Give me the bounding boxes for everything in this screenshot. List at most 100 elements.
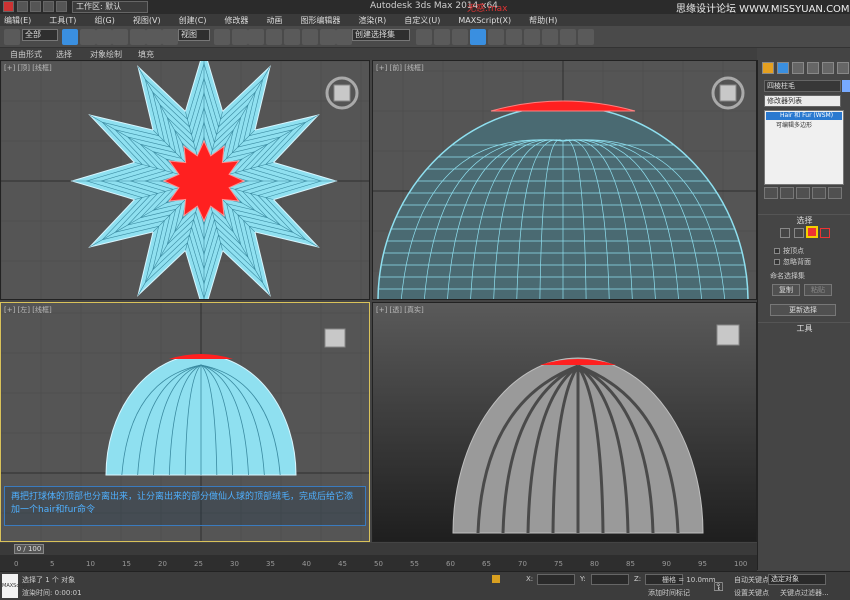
show-end-result-icon[interactable]: [780, 187, 794, 199]
new-file-icon[interactable]: [17, 1, 28, 12]
copy-button[interactable]: 复制: [772, 284, 800, 296]
paste-button[interactable]: 粘贴: [804, 284, 832, 296]
by-vertex-checkbox[interactable]: 按顶点: [774, 246, 804, 256]
rect-select-button[interactable]: [96, 29, 112, 45]
percent-snap-button[interactable]: [302, 29, 318, 45]
menu-item-animation[interactable]: 动画: [266, 15, 282, 26]
open-file-icon[interactable]: [30, 1, 41, 12]
stack-item-hair-fur[interactable]: Hair 和 Fur (WSM): [766, 112, 842, 120]
menu-item-group[interactable]: 组(G): [94, 15, 114, 26]
menu-item-views[interactable]: 视图(V): [133, 15, 161, 26]
rotate-button[interactable]: [146, 29, 162, 45]
scale-button[interactable]: [162, 29, 178, 45]
title-bar: 工作区: 默认 Autodesk 3ds Max 2014 x64 无惑.max…: [0, 0, 850, 15]
viewport-front-label[interactable]: [+] [前] [线框]: [376, 63, 424, 73]
edit-named-sets-button[interactable]: [336, 29, 352, 45]
app-menu-icon[interactable]: [3, 1, 14, 12]
ribbon-tab-freeform[interactable]: 自由形式: [10, 49, 42, 60]
schematic-view-button[interactable]: [506, 29, 522, 45]
angle-snap-button[interactable]: [284, 29, 300, 45]
time-slider-thumb[interactable]: 0 / 100: [14, 544, 44, 554]
workspace-dropdown[interactable]: 工作区: 默认: [72, 1, 148, 13]
element-select-icon[interactable]: [820, 228, 830, 238]
display-tab-icon[interactable]: [822, 62, 834, 74]
viewport-perspective[interactable]: [+] [透] [真实]: [372, 302, 757, 542]
menu-item-tools[interactable]: 工具(T): [49, 15, 76, 26]
curve-editor-button[interactable]: [488, 29, 504, 45]
render-production-button[interactable]: [578, 29, 594, 45]
material-editor-button[interactable]: [524, 29, 540, 45]
update-selection-button[interactable]: 更新选择: [770, 304, 836, 316]
x-coord-field[interactable]: [537, 574, 575, 585]
align-button[interactable]: [434, 29, 450, 45]
configure-modifier-sets-icon[interactable]: [828, 187, 842, 199]
guide-select-icon[interactable]: [780, 228, 790, 238]
ribbon-tab-object-paint[interactable]: 对象绘制: [90, 49, 122, 60]
ribbon-tab-selection[interactable]: 选择: [56, 49, 72, 60]
y-coord-field[interactable]: [591, 574, 629, 585]
redo-icon[interactable]: [56, 1, 67, 12]
selection-filter-dropdown[interactable]: 全部: [22, 29, 58, 41]
ignore-backfacing-checkbox[interactable]: 忽略背面: [774, 257, 811, 267]
remove-modifier-icon[interactable]: [812, 187, 826, 199]
mirror-button[interactable]: [416, 29, 432, 45]
viewport-perspective-label[interactable]: [+] [透] [真实]: [376, 305, 424, 315]
ribbon-tab-populate[interactable]: 填充: [138, 49, 154, 60]
time-slider[interactable]: 0 / 100: [0, 543, 757, 555]
render-frame-button[interactable]: [560, 29, 576, 45]
layer-manager-button[interactable]: [452, 29, 468, 45]
spinner-snap-button[interactable]: [320, 29, 336, 45]
reference-coord-dropdown[interactable]: 视图: [178, 29, 210, 41]
move-button[interactable]: [130, 29, 146, 45]
modifier-list-dropdown[interactable]: 修改器列表: [764, 95, 841, 107]
menu-item-graph-editors[interactable]: 图形编辑器: [300, 15, 340, 26]
pin-stack-icon[interactable]: [764, 187, 778, 199]
undo-button[interactable]: [4, 29, 20, 45]
auto-key-button[interactable]: 自动关键点: [734, 575, 769, 585]
track-bar[interactable]: 0 5 10 15 20 25 30 35 40 45 50 55 60 65 70 75 80 85 90 95 10…: [0, 555, 757, 571]
polygon-select-icon[interactable]: [806, 226, 818, 238]
key-mode-icon[interactable]: ⚿: [714, 580, 723, 595]
menu-item-help[interactable]: 帮助(H): [529, 15, 557, 26]
menu-item-create[interactable]: 创建(C): [179, 15, 207, 26]
keyboard-shortcut-button[interactable]: [248, 29, 264, 45]
utilities-tab-icon[interactable]: [837, 62, 849, 74]
menu-item-customize[interactable]: 自定义(U): [404, 15, 440, 26]
viewport-front[interactable]: [+] [前] [线框]: [372, 60, 757, 300]
menu-item-rendering[interactable]: 渲染(R): [358, 15, 386, 26]
modify-tab-icon[interactable]: [777, 62, 789, 74]
select-by-name-button[interactable]: [80, 29, 96, 45]
object-color-swatch[interactable]: [842, 80, 850, 92]
add-time-tag-button[interactable]: 添加时间标记: [648, 588, 690, 598]
face-select-icon[interactable]: [794, 228, 804, 238]
viewport-left-label[interactable]: [+] [左] [线框]: [4, 305, 52, 315]
set-key-button[interactable]: 设置关键点: [734, 588, 769, 598]
menu-item-edit[interactable]: 编辑(E): [4, 15, 31, 26]
stack-item-editable-poly[interactable]: 可编辑多边形: [766, 122, 842, 130]
tools-rollout-title[interactable]: 工具: [758, 322, 850, 333]
menu-item-modifiers[interactable]: 修改器: [224, 15, 248, 26]
hierarchy-tab-icon[interactable]: [792, 62, 804, 74]
lock-selection-icon[interactable]: [492, 575, 500, 583]
menu-item-maxscript[interactable]: MAXScript(X): [458, 16, 511, 25]
viewport-top[interactable]: [+] [顶] [线框]: [0, 60, 370, 300]
graphite-toggle-button[interactable]: [470, 29, 486, 45]
window-crossing-button[interactable]: [112, 29, 128, 45]
selected-objects-dropdown[interactable]: 选定对象: [768, 574, 826, 585]
undo-icon[interactable]: [43, 1, 54, 12]
motion-tab-icon[interactable]: [807, 62, 819, 74]
pivot-button[interactable]: [214, 29, 230, 45]
selection-rollout-title[interactable]: 选择: [758, 214, 850, 225]
snap-toggle-button[interactable]: [266, 29, 282, 45]
select-object-button[interactable]: [62, 29, 78, 45]
render-setup-button[interactable]: [542, 29, 558, 45]
maxscript-listener[interactable]: MAXScript: [2, 574, 28, 598]
named-selection-dropdown[interactable]: 创建选择集: [352, 29, 410, 41]
frame-tick-label: 10: [86, 560, 95, 568]
select-manipulate-button[interactable]: [232, 29, 248, 45]
viewport-top-label[interactable]: [+] [顶] [线框]: [4, 63, 52, 73]
create-tab-icon[interactable]: [762, 62, 774, 74]
make-unique-icon[interactable]: [796, 187, 810, 199]
key-filters-button[interactable]: 关键点过滤器...: [780, 588, 829, 598]
object-name-field[interactable]: 四棱柱毛: [764, 80, 841, 92]
